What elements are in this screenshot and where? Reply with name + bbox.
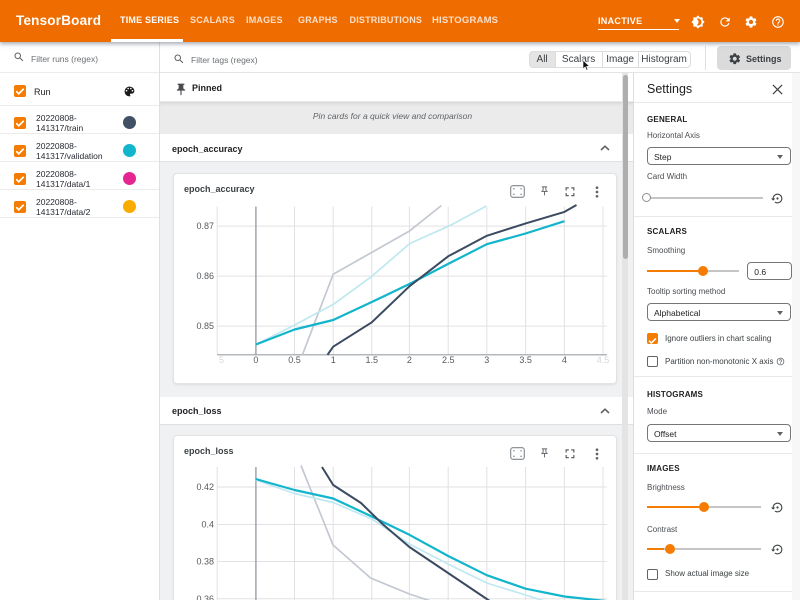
svg-text:0.5: 0.5 xyxy=(288,355,301,365)
svg-text:0.4: 0.4 xyxy=(201,520,214,530)
svg-text:4: 4 xyxy=(562,355,567,365)
svg-text:2.5: 2.5 xyxy=(442,355,455,365)
svg-text:0: 0 xyxy=(253,355,258,365)
svg-text:4.5: 4.5 xyxy=(597,355,610,365)
svg-text:0.86: 0.86 xyxy=(196,271,214,281)
svg-text:2: 2 xyxy=(407,355,412,365)
svg-text:5: 5 xyxy=(219,355,224,365)
svg-text:0.36: 0.36 xyxy=(196,594,214,600)
svg-text:0.85: 0.85 xyxy=(196,321,214,331)
svg-text:3.5: 3.5 xyxy=(519,355,532,365)
svg-text:3: 3 xyxy=(484,355,489,365)
svg-text:1.5: 1.5 xyxy=(366,355,379,365)
svg-text:0.87: 0.87 xyxy=(196,221,214,231)
svg-text:0.42: 0.42 xyxy=(196,482,214,492)
svg-text:0.38: 0.38 xyxy=(196,557,214,567)
svg-text:1: 1 xyxy=(331,355,336,365)
